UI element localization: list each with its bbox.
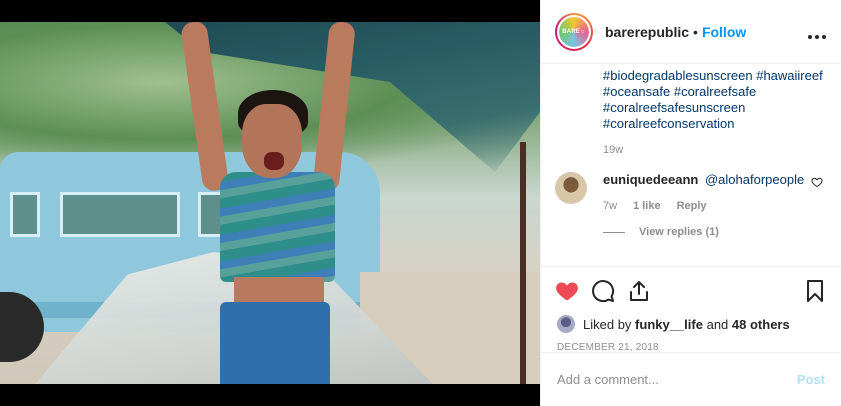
caption-hashtags: #biodegradablesunscreen #hawaiireef #oce…: [603, 68, 825, 132]
photo-van-window: [10, 192, 40, 237]
photo-van-window: [60, 192, 180, 237]
photo-person: [180, 22, 370, 384]
photo-jeans: [220, 302, 330, 384]
avatar[interactable]: BARE☼: [557, 14, 591, 49]
post-comment-button[interactable]: Post: [797, 372, 825, 387]
post-side-panel: BARE☼ barerepublic • Follow #biodegradab…: [540, 0, 841, 406]
more-options-icon[interactable]: [807, 24, 827, 45]
share-icon[interactable]: [627, 279, 651, 303]
photo-arm: [312, 22, 356, 193]
comment-bubble-icon[interactable]: [591, 279, 615, 303]
brand-logo-text: BARE☼: [562, 28, 586, 35]
comment-mention[interactable]: @alohaforpeople: [705, 172, 804, 187]
photo-mouth: [264, 152, 284, 170]
liked-by-prefix: Liked by: [583, 316, 632, 332]
hashtag-line[interactable]: #coralreefconservation: [603, 116, 825, 132]
view-replies-divider: [603, 231, 625, 233]
liked-by-others[interactable]: 48 others: [732, 317, 790, 332]
liked-by-user[interactable]: funky__life: [635, 317, 703, 332]
avatar-story-ring[interactable]: BARE☼: [555, 12, 593, 51]
post-username[interactable]: barerepublic: [605, 24, 689, 40]
header-separator: •: [693, 23, 698, 40]
photo-shirt: [220, 172, 335, 282]
liked-by-and: and: [706, 316, 729, 332]
caption-timestamp[interactable]: 19w: [603, 144, 825, 156]
more-options-glyph: [808, 35, 826, 39]
comment-likes[interactable]: 1 like: [633, 198, 661, 214]
header-text: barerepublic • Follow: [605, 24, 746, 40]
add-comment-input[interactable]: [557, 372, 797, 387]
post-header: BARE☼ barerepublic • Follow: [541, 0, 841, 64]
comment-username[interactable]: euniquedeeann: [603, 172, 698, 187]
photo-arm: [180, 22, 230, 193]
view-replies-label: View replies (1): [639, 226, 719, 238]
follow-button[interactable]: Follow: [702, 24, 746, 40]
action-bar: [541, 266, 841, 314]
comment-meta: 7w 1 like Reply: [603, 198, 804, 214]
comment-timestamp[interactable]: 7w: [603, 198, 617, 214]
comments-scroll-area[interactable]: #biodegradablesunscreen #hawaiireef #oce…: [541, 64, 841, 266]
comment-avatar[interactable]: [555, 172, 587, 204]
liked-by-avatar[interactable]: [557, 315, 575, 333]
post-media: [0, 0, 540, 406]
add-comment-form: Post: [541, 352, 841, 406]
liked-by-row: Liked by funky__life and 48 others: [541, 314, 841, 334]
heart-outline-icon[interactable]: [811, 176, 823, 188]
photo-midriff: [234, 277, 324, 303]
heart-filled-icon[interactable]: [555, 279, 579, 303]
view-replies-button[interactable]: View replies (1): [603, 226, 825, 238]
post-photo[interactable]: [0, 22, 540, 384]
comment-body: euniquedeeann @alohaforpeople 7w 1 like …: [603, 172, 804, 214]
comment-item: euniquedeeann @alohaforpeople 7w 1 like …: [555, 172, 825, 214]
photo-canopy-pole: [520, 142, 526, 384]
hashtag-line[interactable]: #coralreefsafesunscreen: [603, 100, 825, 116]
bookmark-icon[interactable]: [803, 279, 827, 303]
hashtag-line[interactable]: #biodegradablesunscreen #hawaiireef: [603, 68, 825, 84]
hashtag-line[interactable]: #oceansafe #coralreefsafe: [603, 84, 825, 100]
reply-button[interactable]: Reply: [677, 198, 707, 214]
